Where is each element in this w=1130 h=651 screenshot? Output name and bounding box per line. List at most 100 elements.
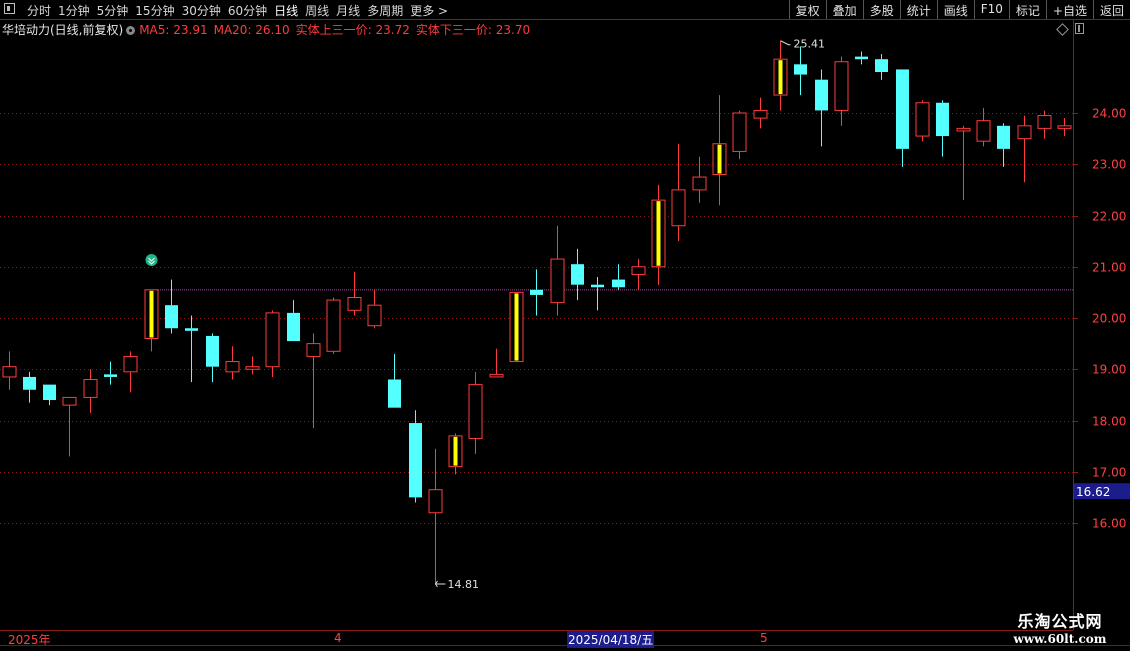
candle [165, 279, 178, 334]
candle-body [43, 384, 56, 400]
candle-body [265, 312, 280, 368]
limit-up-marker [656, 201, 661, 266]
candle [530, 269, 543, 316]
candle [631, 259, 646, 290]
candlestick-chart[interactable]: 24.00 23.00 22.00 21.00 20.00 19.00 18.00 17.00… [0, 0, 1130, 630]
y-tick-label: 24.00 [1092, 107, 1126, 121]
candle [409, 410, 422, 503]
candle [753, 97, 768, 129]
candle [896, 69, 909, 167]
candle-body [428, 489, 443, 514]
candle-body [591, 284, 604, 288]
low-arrow [434, 580, 446, 588]
candle [692, 156, 707, 203]
candle [671, 143, 686, 242]
high-price-label: 25.41 [794, 38, 826, 51]
time-label-may: 5 [760, 631, 768, 645]
y-tick-label: 18.00 [1092, 415, 1126, 429]
candle-body [956, 127, 971, 132]
candle [1057, 118, 1072, 137]
candle-body [104, 374, 117, 377]
candle [834, 56, 849, 126]
candle-body [347, 297, 362, 311]
current-price-label: 16.62 [1076, 485, 1110, 499]
candle [550, 225, 565, 316]
candle [651, 184, 666, 285]
candle [794, 46, 807, 96]
candle-body [855, 56, 868, 60]
y-tick-label: 20.00 [1092, 312, 1126, 326]
candle [509, 291, 524, 363]
candle-body [896, 69, 909, 149]
candle-body [409, 423, 422, 498]
candle [306, 333, 321, 429]
candle-body [185, 328, 198, 331]
candle-body [692, 176, 707, 191]
candle [287, 300, 300, 342]
candle-body [875, 59, 888, 72]
candle [468, 371, 483, 454]
low-price-label: 14.81 [448, 578, 480, 591]
candle-body [612, 279, 625, 288]
candle [936, 100, 949, 157]
signal-marker-icon [145, 254, 158, 266]
candle [388, 353, 401, 408]
candle [773, 40, 788, 111]
candle [875, 54, 888, 80]
candle-body [753, 109, 768, 119]
candle-body [287, 312, 300, 342]
candle-body [165, 305, 178, 329]
candle [997, 123, 1010, 167]
candle [62, 396, 77, 457]
candle [2, 351, 17, 390]
candle-body [550, 258, 565, 304]
candle-body [388, 379, 401, 408]
candle [206, 333, 219, 383]
candle-body [2, 366, 17, 378]
candle [732, 110, 747, 160]
candle [123, 351, 138, 393]
candle-body [997, 125, 1010, 149]
time-axis: 2025年 4 2025/04/18/五 5 [0, 630, 1073, 648]
candle-body [326, 299, 341, 352]
candle [185, 315, 198, 383]
candle [815, 69, 828, 147]
candle-body [1037, 115, 1052, 129]
candle [104, 361, 117, 385]
candle-body [206, 335, 219, 367]
candle-body [936, 102, 949, 137]
candle [448, 433, 463, 475]
candle [83, 369, 98, 413]
candle [23, 371, 36, 403]
watermark: 乐淘公式网 www.60lt.com [990, 608, 1130, 646]
limit-up-marker [717, 144, 722, 174]
candle [612, 264, 625, 290]
candle [43, 384, 56, 406]
candle [1017, 115, 1032, 183]
y-tick-label: 23.00 [1092, 158, 1126, 172]
candle [225, 346, 240, 380]
candle [1037, 110, 1052, 139]
candle [915, 100, 930, 142]
candle [326, 297, 341, 354]
candle [489, 348, 504, 378]
candle [367, 289, 382, 329]
candle-body [23, 376, 36, 390]
limit-up-marker [149, 290, 154, 338]
candle [245, 356, 260, 375]
limit-up-marker [514, 293, 519, 361]
candle-body [671, 189, 686, 227]
candle-body [794, 64, 807, 75]
candle-body [834, 61, 849, 111]
candle-body [489, 373, 504, 378]
candle-body [225, 361, 240, 373]
candle-body [815, 79, 828, 111]
y-tick-label: 17.00 [1092, 466, 1126, 480]
candle [712, 95, 727, 206]
candle [265, 310, 280, 377]
candle-body [245, 366, 260, 370]
candle [428, 448, 443, 584]
bottom-strip [0, 645, 1130, 651]
candle-body [976, 120, 991, 142]
candle-body [367, 304, 382, 327]
